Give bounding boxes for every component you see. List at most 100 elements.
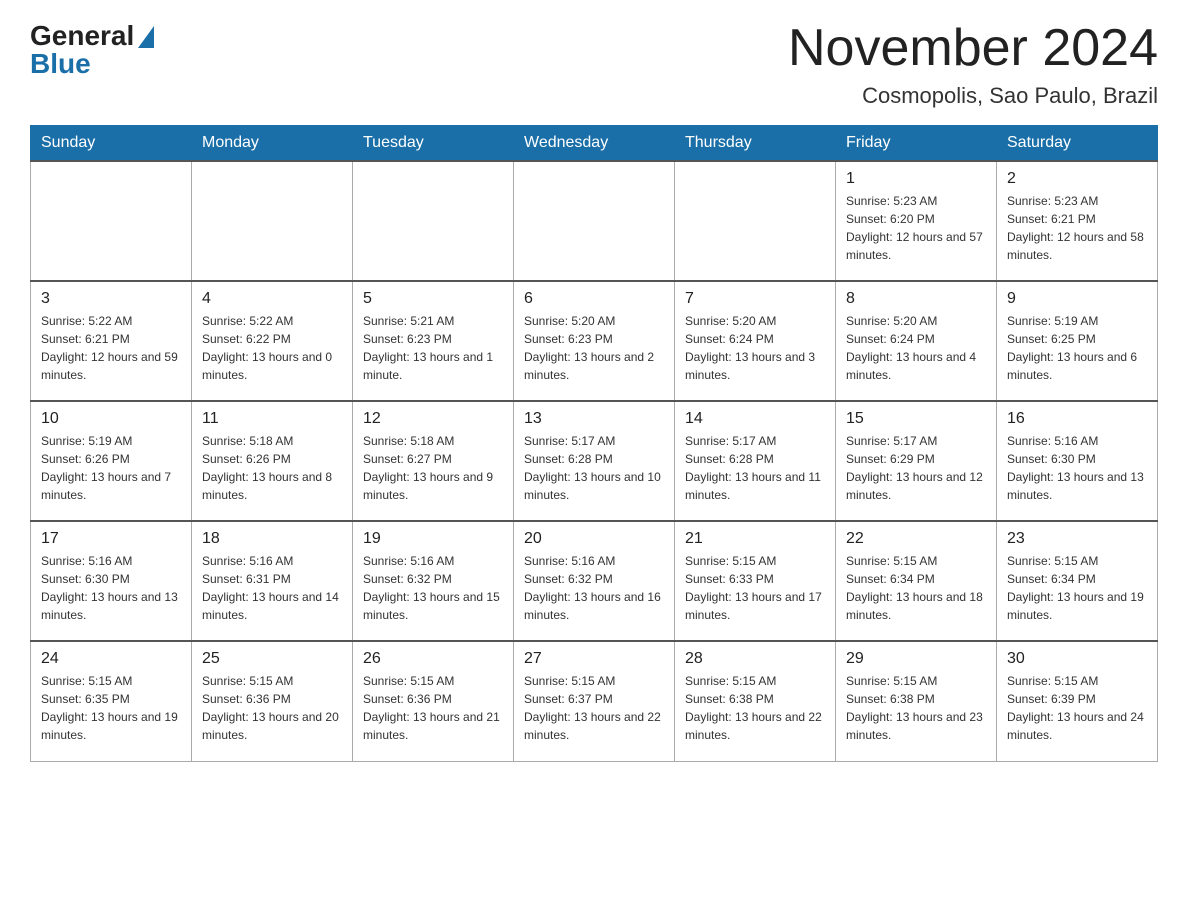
day-number: 10: [41, 410, 181, 428]
calendar-cell: 16 Sunrise: 5:16 AMSunset: 6:30 PMDayligh…: [997, 401, 1158, 521]
weekday-header-tuesday: Tuesday: [353, 126, 514, 162]
day-number: 14: [685, 410, 825, 428]
day-number: 15: [846, 410, 986, 428]
calendar-cell: 17Sunrise: 5:16 AMSunset: 6:30 PMDayligh…: [31, 521, 192, 641]
day-number: 6: [524, 290, 664, 308]
day-info: Sunrise: 5:17 AMSunset: 6:28 PMDaylight:…: [685, 432, 825, 504]
week-row-4: 17Sunrise: 5:16 AMSunset: 6:30 PMDayligh…: [31, 521, 1158, 641]
day-number: 5: [363, 290, 503, 308]
day-number: 8: [846, 290, 986, 308]
calendar-cell: 30 Sunrise: 5:15 AMSunset: 6:39 PMDayligh…: [997, 641, 1158, 761]
day-number: 29: [846, 650, 986, 668]
day-info: Sunrise: 5:15 AMSunset: 6:38 PMDaylight:…: [685, 672, 825, 744]
week-row-1: 1 Sunrise: 5:23 AMSunset: 6:20 PMDaylight…: [31, 161, 1158, 281]
calendar-cell: 3Sunrise: 5:22 AMSunset: 6:21 PMDaylight…: [31, 281, 192, 401]
title-area: November 2024 Cosmopolis, Sao Paulo, Bra…: [788, 20, 1158, 109]
weekday-header-friday: Friday: [836, 126, 997, 162]
weekday-header-monday: Monday: [192, 126, 353, 162]
day-number: 11: [202, 410, 342, 428]
calendar-cell: 13 Sunrise: 5:17 AMSunset: 6:28 PMDayligh…: [514, 401, 675, 521]
calendar-cell: 11 Sunrise: 5:18 AMSunset: 6:26 PMDayligh…: [192, 401, 353, 521]
day-info: Sunrise: 5:17 AMSunset: 6:28 PMDaylight:…: [524, 432, 664, 504]
calendar-cell: 8 Sunrise: 5:20 AMSunset: 6:24 PMDaylight…: [836, 281, 997, 401]
day-info: Sunrise: 5:17 AMSunset: 6:29 PMDaylight:…: [846, 432, 986, 504]
day-info: Sunrise: 5:15 AMSunset: 6:35 PMDaylight:…: [41, 672, 181, 744]
day-number: 24: [41, 650, 181, 668]
day-info: Sunrise: 5:20 AMSunset: 6:24 PMDaylight:…: [846, 312, 986, 384]
calendar-cell: 1 Sunrise: 5:23 AMSunset: 6:20 PMDaylight…: [836, 161, 997, 281]
calendar-cell: [192, 161, 353, 281]
logo-area: General Blue: [30, 20, 154, 80]
day-info: Sunrise: 5:18 AMSunset: 6:27 PMDaylight:…: [363, 432, 503, 504]
day-number: 20: [524, 530, 664, 548]
calendar-cell: 29 Sunrise: 5:15 AMSunset: 6:38 PMDayligh…: [836, 641, 997, 761]
day-info: Sunrise: 5:15 AMSunset: 6:36 PMDaylight:…: [202, 672, 342, 744]
day-number: 16: [1007, 410, 1147, 428]
day-info: Sunrise: 5:21 AMSunset: 6:23 PMDaylight:…: [363, 312, 503, 384]
day-number: 13: [524, 410, 664, 428]
day-number: 1: [846, 170, 986, 188]
day-number: 28: [685, 650, 825, 668]
day-info: Sunrise: 5:23 AMSunset: 6:20 PMDaylight:…: [846, 192, 986, 264]
day-info: Sunrise: 5:19 AMSunset: 6:25 PMDaylight:…: [1007, 312, 1147, 384]
week-row-3: 10 Sunrise: 5:19 AMSunset: 6:26 PMDayligh…: [31, 401, 1158, 521]
calendar-cell: 7Sunrise: 5:20 AMSunset: 6:24 PMDaylight…: [675, 281, 836, 401]
day-info: Sunrise: 5:19 AMSunset: 6:26 PMDaylight:…: [41, 432, 181, 504]
day-info: Sunrise: 5:15 AMSunset: 6:36 PMDaylight:…: [363, 672, 503, 744]
calendar-cell: 2 Sunrise: 5:23 AMSunset: 6:21 PMDaylight…: [997, 161, 1158, 281]
day-info: Sunrise: 5:20 AMSunset: 6:23 PMDaylight:…: [524, 312, 664, 384]
day-info: Sunrise: 5:15 AMSunset: 6:38 PMDaylight:…: [846, 672, 986, 744]
day-info: Sunrise: 5:16 AMSunset: 6:30 PMDaylight:…: [1007, 432, 1147, 504]
location-title: Cosmopolis, Sao Paulo, Brazil: [788, 83, 1158, 109]
day-info: Sunrise: 5:23 AMSunset: 6:21 PMDaylight:…: [1007, 192, 1147, 264]
day-number: 18: [202, 530, 342, 548]
day-info: Sunrise: 5:16 AMSunset: 6:32 PMDaylight:…: [524, 552, 664, 624]
calendar-cell: 15 Sunrise: 5:17 AMSunset: 6:29 PMDayligh…: [836, 401, 997, 521]
day-number: 25: [202, 650, 342, 668]
calendar-cell: 12 Sunrise: 5:18 AMSunset: 6:27 PMDayligh…: [353, 401, 514, 521]
day-info: Sunrise: 5:22 AMSunset: 6:21 PMDaylight:…: [41, 312, 181, 384]
calendar-cell: [514, 161, 675, 281]
calendar-cell: 22 Sunrise: 5:15 AMSunset: 6:34 PMDayligh…: [836, 521, 997, 641]
calendar-cell: 28 Sunrise: 5:15 AMSunset: 6:38 PMDayligh…: [675, 641, 836, 761]
calendar-cell: 23Sunrise: 5:15 AMSunset: 6:34 PMDayligh…: [997, 521, 1158, 641]
weekday-header-thursday: Thursday: [675, 126, 836, 162]
day-info: Sunrise: 5:16 AMSunset: 6:31 PMDaylight:…: [202, 552, 342, 624]
day-number: 23: [1007, 530, 1147, 548]
calendar-cell: 14 Sunrise: 5:17 AMSunset: 6:28 PMDayligh…: [675, 401, 836, 521]
week-row-2: 3Sunrise: 5:22 AMSunset: 6:21 PMDaylight…: [31, 281, 1158, 401]
day-number: 12: [363, 410, 503, 428]
calendar-cell: 18 Sunrise: 5:16 AMSunset: 6:31 PMDayligh…: [192, 521, 353, 641]
calendar-cell: 20 Sunrise: 5:16 AMSunset: 6:32 PMDayligh…: [514, 521, 675, 641]
calendar-cell: [31, 161, 192, 281]
weekday-header-row: SundayMondayTuesdayWednesdayThursdayFrid…: [31, 126, 1158, 162]
day-number: 21: [685, 530, 825, 548]
month-title: November 2024: [788, 20, 1158, 77]
logo-blue-text: Blue: [30, 48, 91, 80]
calendar-cell: 24 Sunrise: 5:15 AMSunset: 6:35 PMDayligh…: [31, 641, 192, 761]
calendar-cell: 27 Sunrise: 5:15 AMSunset: 6:37 PMDayligh…: [514, 641, 675, 761]
day-number: 19: [363, 530, 503, 548]
day-number: 30: [1007, 650, 1147, 668]
day-info: Sunrise: 5:20 AMSunset: 6:24 PMDaylight:…: [685, 312, 825, 384]
day-info: Sunrise: 5:15 AMSunset: 6:39 PMDaylight:…: [1007, 672, 1147, 744]
page-header: General Blue November 2024 Cosmopolis, S…: [30, 20, 1158, 109]
day-number: 27: [524, 650, 664, 668]
day-info: Sunrise: 5:15 AMSunset: 6:37 PMDaylight:…: [524, 672, 664, 744]
day-number: 22: [846, 530, 986, 548]
day-number: 2: [1007, 170, 1147, 188]
day-info: Sunrise: 5:22 AMSunset: 6:22 PMDaylight:…: [202, 312, 342, 384]
calendar-table: SundayMondayTuesdayWednesdayThursdayFrid…: [30, 125, 1158, 762]
day-info: Sunrise: 5:15 AMSunset: 6:33 PMDaylight:…: [685, 552, 825, 624]
day-number: 26: [363, 650, 503, 668]
calendar-cell: 9Sunrise: 5:19 AMSunset: 6:25 PMDaylight…: [997, 281, 1158, 401]
day-info: Sunrise: 5:15 AMSunset: 6:34 PMDaylight:…: [846, 552, 986, 624]
day-info: Sunrise: 5:18 AMSunset: 6:26 PMDaylight:…: [202, 432, 342, 504]
day-info: Sunrise: 5:16 AMSunset: 6:32 PMDaylight:…: [363, 552, 503, 624]
day-info: Sunrise: 5:16 AMSunset: 6:30 PMDaylight:…: [41, 552, 181, 624]
weekday-header-wednesday: Wednesday: [514, 126, 675, 162]
calendar-cell: [675, 161, 836, 281]
calendar-cell: [353, 161, 514, 281]
calendar-cell: 25 Sunrise: 5:15 AMSunset: 6:36 PMDayligh…: [192, 641, 353, 761]
calendar-cell: 10 Sunrise: 5:19 AMSunset: 6:26 PMDayligh…: [31, 401, 192, 521]
